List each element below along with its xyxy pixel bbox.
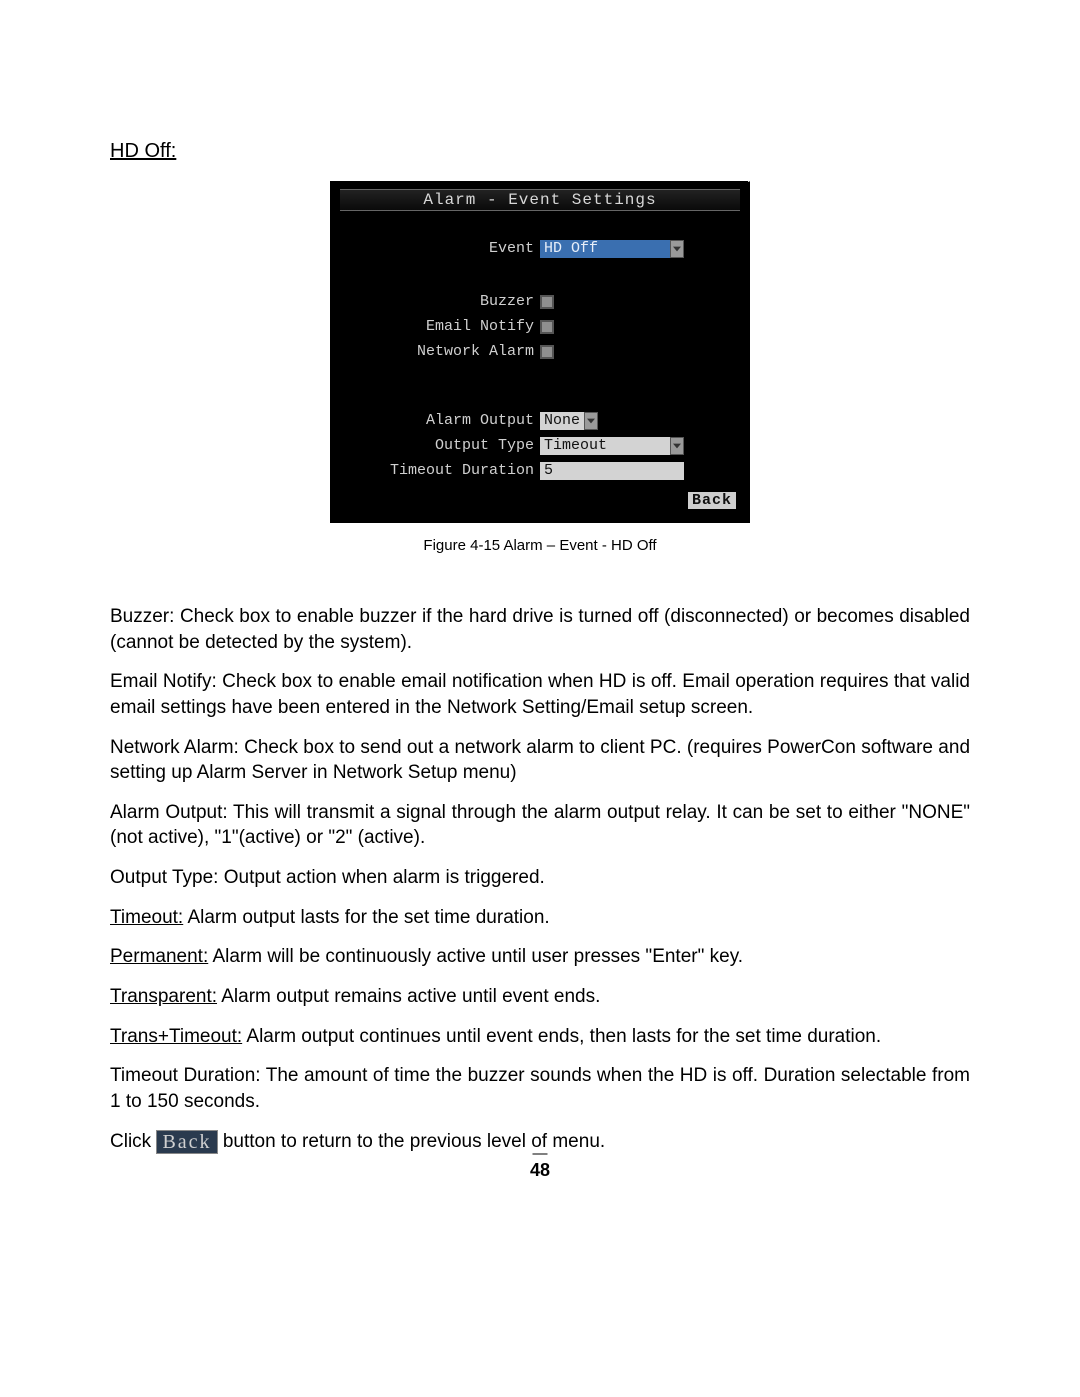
text-alarm-output-a: This will transmit a signal through the … bbox=[228, 802, 909, 823]
buzzer-checkbox[interactable] bbox=[540, 295, 554, 309]
sub-transparent-text: Alarm output remains active until event … bbox=[217, 986, 600, 1007]
paragraph-buzzer: Buzzer: Check box to enable buzzer if th… bbox=[110, 604, 970, 655]
sub-timeout-text: Alarm output lasts for the set time dura… bbox=[183, 907, 549, 928]
page-number: — 48 bbox=[0, 1148, 1080, 1181]
chevron-down-icon[interactable] bbox=[670, 437, 684, 455]
event-select[interactable]: HD Off bbox=[540, 240, 684, 258]
sub-timeout: Timeout: Alarm output lasts for the set … bbox=[110, 905, 970, 931]
chevron-down-icon[interactable] bbox=[670, 240, 684, 258]
output-type-value: Timeout bbox=[540, 437, 670, 455]
text-buzzer: Check box to enable buzzer if the hard d… bbox=[110, 606, 970, 653]
body-text: Buzzer: Check box to enable buzzer if th… bbox=[110, 604, 970, 1154]
text-output-type: Output action when alarm is triggered. bbox=[218, 867, 544, 888]
sub-trans-timeout: Trans+Timeout: Alarm output continues un… bbox=[110, 1024, 970, 1050]
term-buzzer: Buzzer: bbox=[110, 606, 174, 627]
network-alarm-checkbox[interactable] bbox=[540, 345, 554, 359]
sub-permanent-label: Permanent: bbox=[110, 946, 208, 967]
alarm-output-select[interactable]: None bbox=[540, 412, 598, 430]
figure-caption: Figure 4-15 Alarm – Event - HD Off bbox=[110, 537, 970, 554]
label-network-alarm: Network Alarm bbox=[344, 343, 540, 360]
sub-permanent: Permanent: Alarm will be continuously ac… bbox=[110, 944, 970, 970]
label-timeout-duration: Timeout Duration bbox=[344, 462, 540, 479]
sub-transparent: Transparent: Alarm output remains active… bbox=[110, 984, 970, 1010]
sub-transparent-label: Transparent: bbox=[110, 986, 217, 1007]
label-buzzer: Buzzer bbox=[344, 293, 540, 310]
sub-permanent-enter: Enter bbox=[652, 946, 697, 967]
term-alarm-output: Alarm Output: bbox=[110, 802, 228, 823]
paragraph-network: Network Alarm: Check box to send out a n… bbox=[110, 735, 970, 786]
dvr-title: Alarm - Event Settings bbox=[340, 189, 740, 211]
text-email: Check box to enable email notification w… bbox=[110, 671, 970, 718]
label-alarm-output: Alarm Output bbox=[344, 412, 540, 429]
sub-permanent-text-b: " key. bbox=[698, 946, 743, 967]
event-value: HD Off bbox=[540, 240, 670, 258]
sub-trans-text: Alarm output continues until event ends,… bbox=[242, 1026, 881, 1047]
page-number-value: 48 bbox=[530, 1160, 550, 1180]
output-type-select[interactable]: Timeout bbox=[540, 437, 684, 455]
label-output-type: Output Type bbox=[344, 437, 540, 454]
paragraph-output-type: Output Type: Output action when alarm is… bbox=[110, 865, 970, 891]
figure-wrapper: ↖ Alarm - Event Settings Event HD Off Bu… bbox=[110, 181, 970, 554]
term-email: Email Notify: bbox=[110, 671, 217, 692]
paragraph-alarm-output: Alarm Output: This will transmit a signa… bbox=[110, 800, 970, 851]
paragraph-timeout-duration: Timeout Duration: The amount of time the… bbox=[110, 1063, 970, 1114]
text-network: Check box to send out a network alarm to… bbox=[110, 737, 970, 784]
term-timeout-duration: Timeout Duration: bbox=[110, 1065, 261, 1086]
label-event: Event bbox=[344, 240, 540, 257]
paragraph-email: Email Notify: Check box to enable email … bbox=[110, 669, 970, 720]
label-email-notify: Email Notify bbox=[344, 318, 540, 335]
sub-trans-label: Trans+Timeout: bbox=[110, 1026, 242, 1047]
alarm-output-value: None bbox=[540, 412, 584, 430]
email-notify-checkbox[interactable] bbox=[540, 320, 554, 334]
dvr-window: ↖ Alarm - Event Settings Event HD Off Bu… bbox=[330, 181, 750, 523]
section-heading: HD Off: bbox=[110, 140, 970, 163]
back-button[interactable]: Back bbox=[688, 492, 736, 509]
term-network: Network Alarm: bbox=[110, 737, 239, 758]
text-none: NONE bbox=[908, 802, 963, 823]
sub-timeout-label: Timeout: bbox=[110, 907, 183, 928]
chevron-down-icon[interactable] bbox=[584, 412, 598, 430]
term-output-type: Output Type: bbox=[110, 867, 218, 888]
sub-permanent-text-a: Alarm will be continuously active until … bbox=[208, 946, 652, 967]
cursor-icon: ↖ bbox=[746, 173, 758, 190]
timeout-duration-input[interactable]: 5 bbox=[540, 462, 684, 480]
